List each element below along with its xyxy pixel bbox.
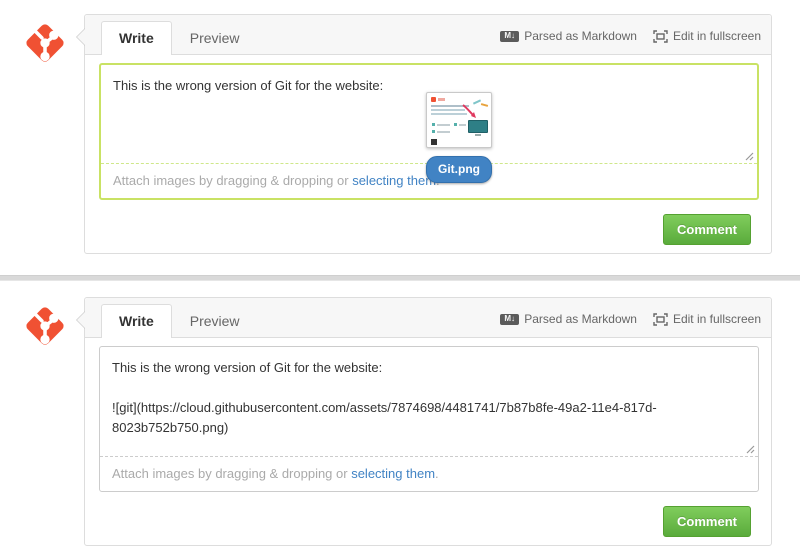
comment-card: Write Preview M↓ Parsed as Markdown E — [84, 297, 772, 546]
edit-in-fullscreen-label: Edit in fullscreen — [673, 312, 761, 326]
attach-text-before: Attach images by dragging & dropping or — [113, 173, 352, 188]
parsed-as-markdown-label: Parsed as Markdown — [524, 312, 637, 326]
parsed-as-markdown-hint[interactable]: M↓ Parsed as Markdown — [500, 312, 637, 326]
tab-preview[interactable]: Preview — [172, 21, 258, 55]
drop-zone-active: This is the wrong version of Git for the… — [99, 63, 759, 200]
markdown-icon: M↓ — [500, 31, 519, 42]
edit-in-fullscreen-button[interactable]: Edit in fullscreen — [653, 312, 761, 326]
comment-caret — [76, 311, 85, 329]
dragged-attachment[interactable]: Git.png — [426, 92, 492, 183]
selecting-them-link[interactable]: selecting them — [352, 173, 436, 188]
comment-button[interactable]: Comment — [663, 214, 751, 245]
comment-textarea[interactable]: This is the wrong version of Git for the… — [100, 347, 758, 457]
comment-body: This is the wrong version of Git for the… — [85, 55, 771, 253]
comment-card: Write Preview M↓ Parsed as Markdown E — [84, 14, 772, 254]
parsed-as-markdown-hint[interactable]: M↓ Parsed as Markdown — [500, 29, 637, 43]
attach-text-after: . — [435, 466, 439, 481]
fullscreen-icon — [653, 30, 668, 43]
comment-actions: Comment — [99, 492, 759, 545]
comment-text-line1: This is the wrong version of Git for the… — [112, 358, 746, 378]
comment-form-markdown: Write Preview M↓ Parsed as Markdown E — [0, 281, 800, 546]
dragged-filename-badge: Git.png — [426, 156, 492, 183]
edit-in-fullscreen-button[interactable]: Edit in fullscreen — [653, 29, 761, 43]
tab-bar: Write Preview M↓ Parsed as Markdown E — [85, 15, 771, 55]
markdown-icon: M↓ — [500, 314, 519, 325]
dragged-image-thumbnail[interactable] — [426, 92, 492, 148]
attach-images-bar: Attach images by dragging & dropping or … — [100, 457, 758, 491]
tab-bar-right: M↓ Parsed as Markdown Edit in fullscreen — [500, 312, 761, 337]
drop-zone: This is the wrong version of Git for the… — [99, 346, 759, 492]
attach-text-before: Attach images by dragging & dropping or — [112, 466, 351, 481]
tab-bar-right: M↓ Parsed as Markdown Edit in fullscreen — [500, 29, 761, 54]
tab-preview[interactable]: Preview — [172, 304, 258, 338]
selecting-them-link[interactable]: selecting them — [351, 466, 435, 481]
comment-markdown-line: ![git](https://cloud.githubusercontent.c… — [112, 398, 746, 438]
tab-write[interactable]: Write — [101, 21, 172, 55]
comment-body: This is the wrong version of Git for the… — [85, 338, 771, 545]
comment-actions: Comment — [99, 200, 759, 253]
git-logo-avatar — [16, 297, 74, 355]
thumbnail-red-arrow — [461, 104, 479, 120]
parsed-as-markdown-label: Parsed as Markdown — [524, 29, 637, 43]
comment-button[interactable]: Comment — [663, 506, 751, 537]
comment-textarea[interactable]: This is the wrong version of Git for the… — [101, 65, 757, 164]
tab-write[interactable]: Write — [101, 304, 172, 338]
fullscreen-icon — [653, 313, 668, 326]
tab-bar: Write Preview M↓ Parsed as Markdown E — [85, 298, 771, 338]
comment-form-dragdrop: Write Preview M↓ Parsed as Markdown E — [0, 0, 800, 281]
git-logo-avatar — [16, 14, 74, 72]
resize-grip[interactable] — [743, 150, 754, 161]
comment-caret — [76, 28, 85, 46]
resize-grip[interactable] — [744, 443, 755, 454]
edit-in-fullscreen-label: Edit in fullscreen — [673, 29, 761, 43]
